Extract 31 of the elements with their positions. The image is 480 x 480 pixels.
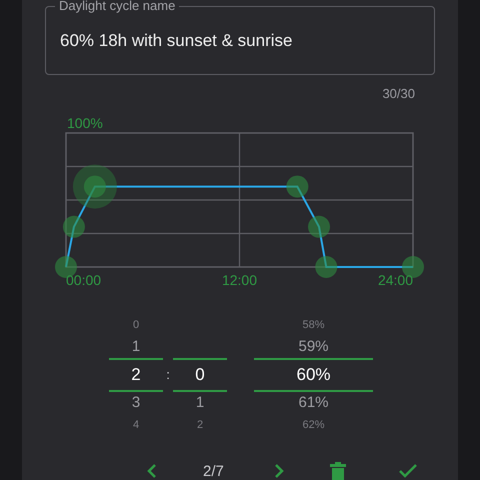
field-label: Daylight cycle name <box>55 0 180 14</box>
next-icon[interactable] <box>274 464 284 478</box>
axis-label: 100% <box>67 115 103 131</box>
level-option[interactable]: 62% <box>252 414 375 436</box>
hour-option[interactable]: 1 <box>107 336 165 358</box>
axis-label: 00:00 <box>66 272 102 288</box>
previous-icon[interactable] <box>147 464 157 478</box>
hour-option[interactable]: 3 <box>107 392 165 414</box>
hour-option[interactable]: 0 <box>107 314 165 336</box>
field-value: 60% 18h with sunset & sunrise <box>60 30 292 50</box>
axis-label: 12:00 <box>222 272 258 288</box>
time-separator: : <box>165 366 171 384</box>
char-counter: 30/30 <box>382 86 415 101</box>
minute-option[interactable]: 2 <box>171 414 229 436</box>
level-option[interactable]: 60% <box>254 358 373 392</box>
axis-label: 24:00 <box>378 272 413 288</box>
curve-point[interactable] <box>308 216 330 238</box>
curve-point[interactable] <box>62 216 85 238</box>
level-option[interactable]: 59% <box>252 336 375 358</box>
hour-option[interactable]: 4 <box>107 414 165 436</box>
hour-option[interactable]: 2 <box>109 358 163 392</box>
check-icon[interactable] <box>398 464 417 478</box>
curve-point[interactable] <box>315 256 338 278</box>
minute-option[interactable]: 1 <box>171 392 229 414</box>
trash-icon[interactable] <box>330 462 346 480</box>
level-option[interactable]: 61% <box>252 392 375 414</box>
selected-point[interactable] <box>72 164 117 209</box>
minute-option[interactable]: 0 <box>173 358 227 392</box>
level-option[interactable]: 58% <box>252 314 375 336</box>
curve-point[interactable] <box>286 176 308 198</box>
page-indicator: 2/7 <box>203 462 224 480</box>
